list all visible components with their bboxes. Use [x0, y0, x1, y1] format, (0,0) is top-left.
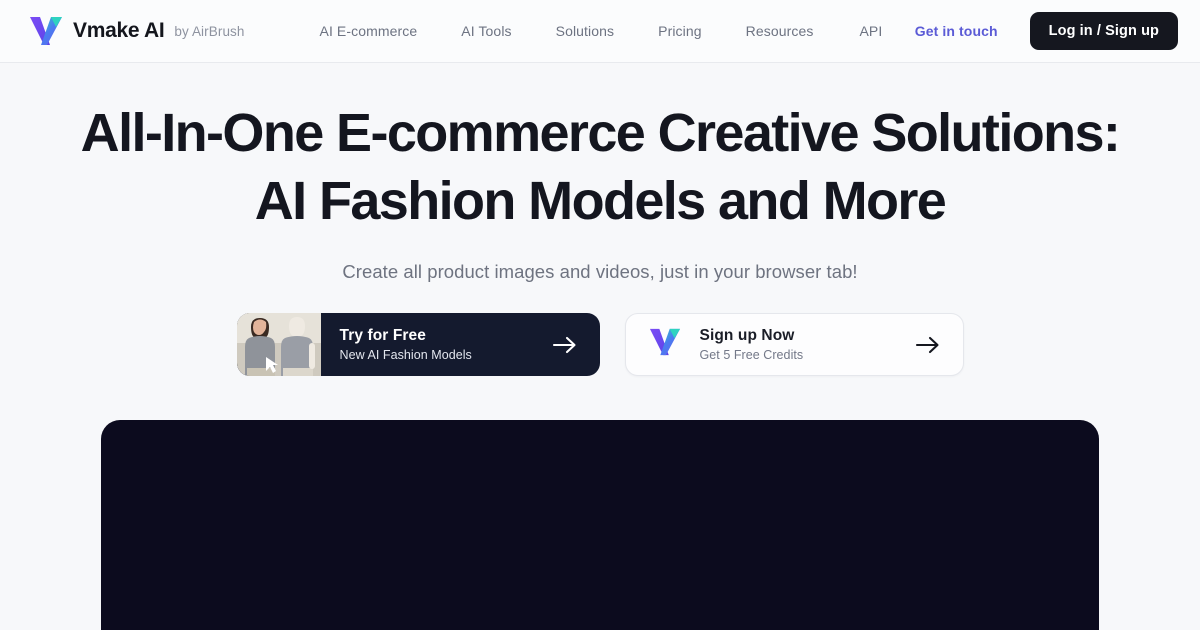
arrow-right-icon	[915, 335, 941, 355]
nav-item-pricing[interactable]: Pricing	[636, 15, 724, 47]
sign-up-now-subtitle: Get 5 Free Credits	[699, 348, 804, 362]
nav-item-ai-tools[interactable]: AI Tools	[439, 15, 533, 47]
arrow-right-icon	[552, 335, 578, 355]
try-for-free-button[interactable]: Try for Free New AI Fashion Models	[236, 313, 600, 376]
headline-line-2: AI Fashion Models and More	[254, 171, 947, 231]
cta-row: Try for Free New AI Fashion Models Sign …	[0, 313, 1200, 376]
sign-up-now-title: Sign up Now	[699, 327, 795, 344]
get-in-touch-link[interactable]: Get in touch	[901, 15, 1012, 47]
vmake-v-logo-icon	[28, 14, 64, 48]
hero-subheadline: Create all product images and videos, ju…	[342, 261, 858, 282]
fashion-model-mannequin-thumbnail	[236, 313, 321, 376]
sign-up-now-text: Sign up Now Get 5 Free Credits	[700, 327, 804, 362]
nav-item-ai-ecommerce[interactable]: AI E-commerce	[298, 15, 440, 47]
brand-byline: by AirBrush	[174, 23, 245, 39]
header-actions: Get in touch Log in / Sign up	[901, 12, 1178, 50]
hero-section: All-In-One E-commerce Creative Solutions…	[0, 63, 1200, 376]
nav-item-solutions[interactable]: Solutions	[534, 15, 637, 47]
vmake-v-logo-icon	[648, 326, 682, 363]
try-for-free-text: Try for Free New AI Fashion Models	[340, 327, 472, 362]
page-title: All-In-One E-commerce Creative Solutions…	[10, 99, 1190, 235]
site-header: Vmake AI by AirBrush AI E-commerce AI To…	[0, 0, 1200, 63]
headline-line-1: All-In-One E-commerce Creative Solutions…	[80, 103, 1121, 163]
primary-navigation: AI E-commerce AI Tools Solutions Pricing…	[298, 15, 899, 47]
nav-item-api[interactable]: API	[835, 15, 898, 47]
nav-item-resources[interactable]: Resources	[724, 15, 836, 47]
showcase-video-panel[interactable]	[101, 420, 1099, 630]
brand-name: Vmake AI	[73, 19, 165, 42]
brand-logo-link[interactable]: Vmake AI by AirBrush	[28, 14, 245, 48]
login-signup-button[interactable]: Log in / Sign up	[1029, 12, 1178, 50]
try-for-free-subtitle: New AI Fashion Models	[339, 348, 472, 362]
sign-up-now-button[interactable]: Sign up Now Get 5 Free Credits	[624, 313, 964, 376]
showcase-section	[0, 420, 1200, 630]
try-for-free-title: Try for Free	[339, 327, 426, 344]
